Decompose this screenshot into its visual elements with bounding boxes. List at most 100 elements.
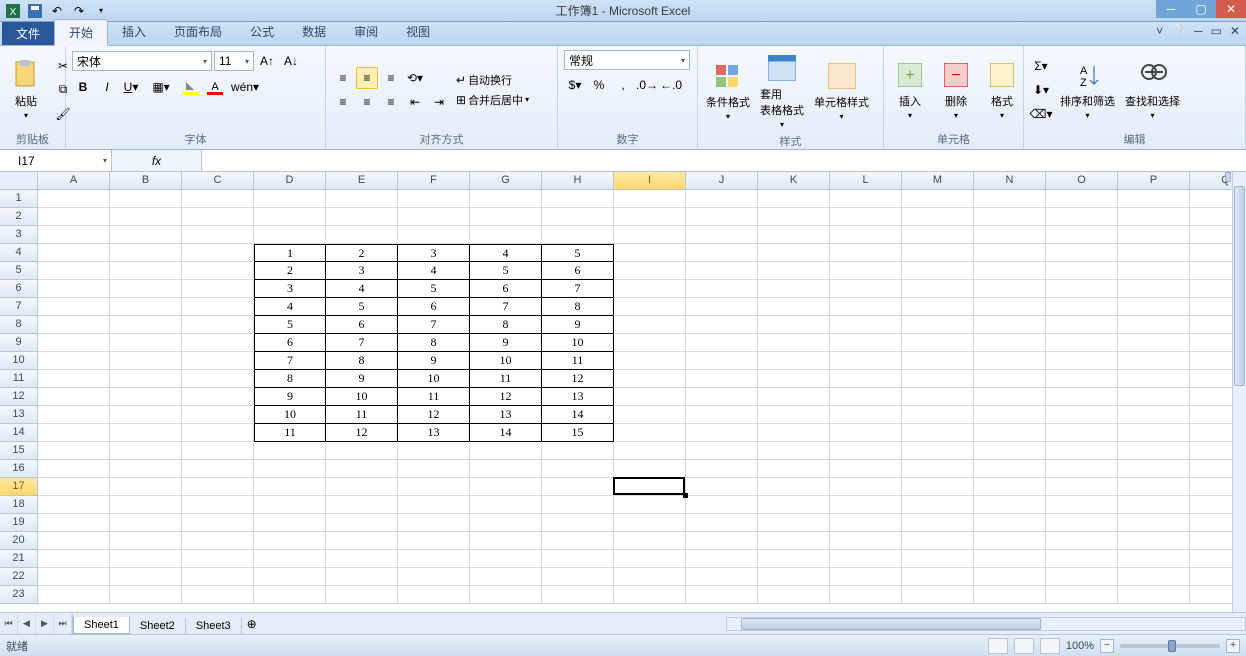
cell[interactable]: [758, 370, 830, 388]
cell[interactable]: [974, 244, 1046, 262]
cell[interactable]: [686, 190, 758, 208]
cell[interactable]: 8: [254, 370, 326, 388]
cell[interactable]: [542, 460, 614, 478]
cell[interactable]: [758, 568, 830, 586]
merge-center-button[interactable]: ⊞合并后居中▾: [456, 92, 529, 108]
cell[interactable]: [614, 352, 686, 370]
cell[interactable]: [254, 586, 326, 604]
cell[interactable]: [254, 208, 326, 226]
cell[interactable]: [1118, 334, 1190, 352]
cell[interactable]: [110, 514, 182, 532]
cell[interactable]: [686, 406, 758, 424]
cell[interactable]: [542, 226, 614, 244]
cell[interactable]: [902, 352, 974, 370]
cell[interactable]: [830, 586, 902, 604]
cell[interactable]: [326, 226, 398, 244]
cell[interactable]: 7: [470, 298, 542, 316]
cell[interactable]: [1118, 514, 1190, 532]
column-header[interactable]: A: [38, 172, 110, 190]
cell[interactable]: [686, 424, 758, 442]
cell[interactable]: [542, 478, 614, 496]
column-header[interactable]: J: [686, 172, 758, 190]
cell-styles-button[interactable]: 单元格样式▾: [812, 58, 871, 123]
cell[interactable]: [1118, 550, 1190, 568]
cell[interactable]: [1046, 550, 1118, 568]
cell[interactable]: [182, 388, 254, 406]
cell[interactable]: [398, 208, 470, 226]
cell[interactable]: [470, 442, 542, 460]
cell[interactable]: [758, 262, 830, 280]
cell[interactable]: [686, 478, 758, 496]
cell[interactable]: [758, 406, 830, 424]
cell[interactable]: [686, 550, 758, 568]
cell[interactable]: [974, 298, 1046, 316]
row-header[interactable]: 23: [0, 586, 38, 604]
cell[interactable]: [110, 532, 182, 550]
cell[interactable]: [182, 478, 254, 496]
cell[interactable]: [398, 568, 470, 586]
cell[interactable]: [1046, 370, 1118, 388]
cell[interactable]: [182, 406, 254, 424]
increase-font-button[interactable]: A↑: [256, 50, 278, 72]
cell[interactable]: [182, 532, 254, 550]
cell[interactable]: 1: [254, 244, 326, 262]
cell[interactable]: 3: [326, 262, 398, 280]
cell[interactable]: [1046, 460, 1118, 478]
cell[interactable]: [974, 514, 1046, 532]
cell[interactable]: [110, 460, 182, 478]
cell[interactable]: 9: [254, 388, 326, 406]
cell[interactable]: [902, 298, 974, 316]
cell[interactable]: [758, 208, 830, 226]
cell[interactable]: [830, 298, 902, 316]
currency-button[interactable]: $▾: [564, 74, 586, 96]
cell[interactable]: [326, 550, 398, 568]
cell[interactable]: 7: [326, 334, 398, 352]
cell[interactable]: [110, 262, 182, 280]
cell[interactable]: [38, 460, 110, 478]
cell[interactable]: [470, 460, 542, 478]
sort-filter-button[interactable]: AZ排序和筛选▾: [1058, 57, 1117, 122]
cell[interactable]: 12: [470, 388, 542, 406]
cell[interactable]: [254, 532, 326, 550]
cell[interactable]: [902, 208, 974, 226]
cell[interactable]: [686, 388, 758, 406]
cell[interactable]: [1046, 388, 1118, 406]
cell[interactable]: [1118, 262, 1190, 280]
cell[interactable]: [542, 532, 614, 550]
cell[interactable]: [614, 586, 686, 604]
cell[interactable]: [38, 424, 110, 442]
cell[interactable]: [902, 550, 974, 568]
fill-color-button[interactable]: [180, 76, 202, 98]
cell[interactable]: [38, 568, 110, 586]
cell[interactable]: [182, 280, 254, 298]
cell[interactable]: [38, 496, 110, 514]
cell[interactable]: [830, 334, 902, 352]
cell[interactable]: [758, 388, 830, 406]
number-format-combo[interactable]: 常规▾: [564, 50, 690, 70]
cell[interactable]: [830, 568, 902, 586]
cell[interactable]: [1046, 352, 1118, 370]
cell[interactable]: 13: [398, 424, 470, 442]
cell[interactable]: [182, 550, 254, 568]
column-header[interactable]: H: [542, 172, 614, 190]
cell[interactable]: [902, 244, 974, 262]
cell[interactable]: [1118, 496, 1190, 514]
cell[interactable]: [38, 478, 110, 496]
maximize-button[interactable]: ▢: [1186, 0, 1216, 18]
row-header[interactable]: 11: [0, 370, 38, 388]
cell[interactable]: 7: [542, 280, 614, 298]
cell[interactable]: [110, 442, 182, 460]
cell[interactable]: [1118, 316, 1190, 334]
cell[interactable]: [38, 316, 110, 334]
cell[interactable]: 6: [470, 280, 542, 298]
cell[interactable]: 5: [254, 316, 326, 334]
cell[interactable]: [614, 568, 686, 586]
cell[interactable]: [830, 424, 902, 442]
cell[interactable]: [1046, 514, 1118, 532]
autosum-button[interactable]: Σ▾: [1030, 55, 1052, 77]
cell[interactable]: [974, 334, 1046, 352]
cell[interactable]: [182, 208, 254, 226]
cell[interactable]: [110, 352, 182, 370]
cell[interactable]: [830, 388, 902, 406]
cell[interactable]: 10: [326, 388, 398, 406]
